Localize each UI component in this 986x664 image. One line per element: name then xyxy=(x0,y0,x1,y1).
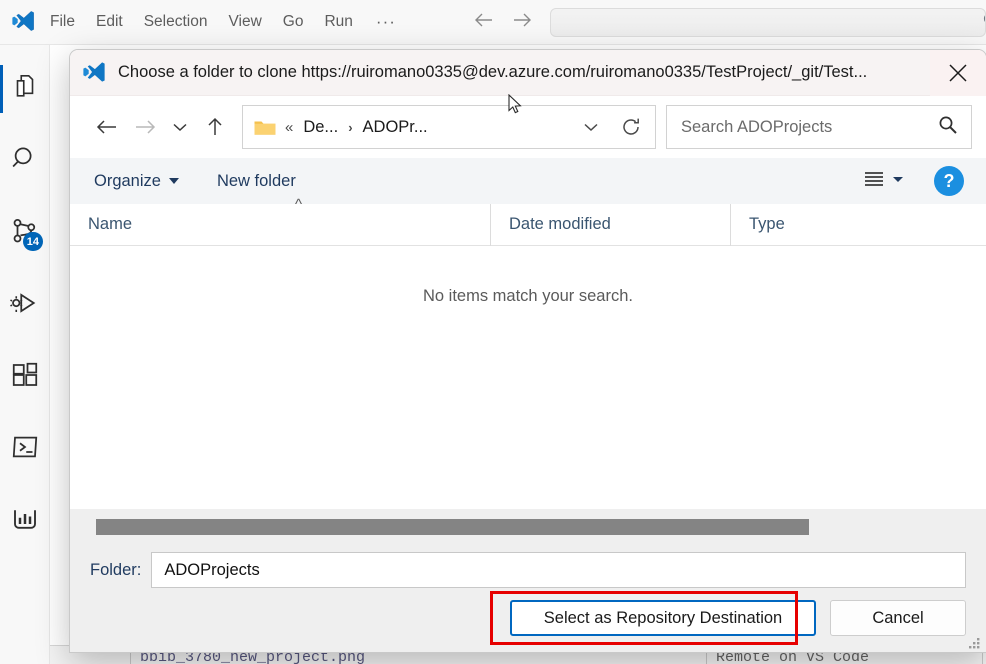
refresh-icon[interactable] xyxy=(611,107,651,147)
vscode-menubar[interactable]: File Edit Selection View Go Run ··· xyxy=(46,12,396,32)
vscode-titlebar: File Edit Selection View Go Run ··· xyxy=(0,0,986,45)
dialog-navigation-row: « De... › ADOPr... Search ADOProjects xyxy=(70,96,986,158)
sidebar-item-source-control[interactable]: 14 xyxy=(0,197,49,269)
file-list-header: Name ^ Date modified Type xyxy=(70,204,986,246)
sidebar-item-terminal[interactable] xyxy=(0,413,49,485)
vscode-logo-icon xyxy=(0,9,46,35)
breadcrumb-segment-0[interactable]: De... xyxy=(303,118,338,137)
search-input[interactable]: Search ADOProjects xyxy=(666,105,972,149)
vscode-history-nav[interactable] xyxy=(472,11,534,34)
folder-icon xyxy=(253,117,277,137)
dialog-title: Choose a folder to clone https://ruiroma… xyxy=(118,63,930,82)
help-icon[interactable]: ? xyxy=(934,166,964,196)
menu-item-run[interactable]: Run xyxy=(324,13,352,31)
sidebar-item-analytics[interactable] xyxy=(0,485,49,557)
choose-folder-dialog: Choose a folder to clone https://ruiroma… xyxy=(70,50,986,652)
arrow-left-icon[interactable] xyxy=(472,11,496,34)
files-icon xyxy=(10,72,40,107)
chevron-down-icon xyxy=(169,178,179,184)
column-header-type-label: Type xyxy=(749,215,785,234)
breadcrumb-segment-1[interactable]: ADOPr... xyxy=(363,118,428,137)
extensions-icon xyxy=(10,360,40,395)
list-view-icon xyxy=(862,169,886,194)
sidebar-item-explorer[interactable] xyxy=(0,53,49,125)
search-icon xyxy=(10,144,40,179)
command-center-input[interactable]: pow xyxy=(550,8,986,37)
menu-item-view[interactable]: View xyxy=(228,13,261,31)
breadcrumb-separator: › xyxy=(348,120,352,135)
dialog-toolbar: Organize New folder ? xyxy=(70,158,986,204)
vscode-activity-bar[interactable]: 14 xyxy=(0,45,50,664)
empty-state-message: No items match your search. xyxy=(423,287,633,508)
sidebar-item-extensions[interactable] xyxy=(0,341,49,413)
address-bar[interactable]: « De... › ADOPr... xyxy=(242,105,656,149)
run-debug-icon xyxy=(10,288,40,323)
arrow-forward-icon[interactable] xyxy=(510,11,534,34)
dialog-titlebar: Choose a folder to clone https://ruiroma… xyxy=(70,50,986,96)
forward-button[interactable] xyxy=(126,108,164,146)
column-header-name-label: Name xyxy=(88,215,132,234)
search-icon[interactable] xyxy=(937,114,959,141)
recent-locations-button[interactable] xyxy=(164,108,196,146)
terminal-icon xyxy=(10,432,40,467)
status-badge: 14 xyxy=(23,232,43,251)
menu-item-go[interactable]: Go xyxy=(283,13,304,31)
breadcrumb-overflow[interactable]: « xyxy=(285,119,293,136)
menu-item-selection[interactable]: Selection xyxy=(144,13,208,31)
organize-label: Organize xyxy=(94,172,161,191)
file-list[interactable]: No items match your search. xyxy=(70,246,986,508)
organize-button[interactable]: Organize xyxy=(94,172,179,191)
sidebar-item-run-and-debug[interactable] xyxy=(0,269,49,341)
column-header-type[interactable]: Type xyxy=(730,204,986,246)
dialog-footer: Folder: ADOProjects Select as Repository… xyxy=(70,544,986,652)
cancel-button[interactable]: Cancel xyxy=(830,600,966,636)
menu-item-edit[interactable]: Edit xyxy=(96,13,123,31)
select-as-repository-destination-button[interactable]: Select as Repository Destination xyxy=(510,600,816,636)
folder-label: Folder: xyxy=(90,561,141,580)
search-placeholder: Search ADOProjects xyxy=(681,118,937,137)
scrollbar-track[interactable] xyxy=(96,519,966,535)
view-mode-button[interactable] xyxy=(862,169,906,194)
new-folder-button[interactable]: New folder xyxy=(217,172,296,191)
column-header-date-label: Date modified xyxy=(509,215,611,234)
up-one-level-button[interactable] xyxy=(196,108,234,146)
folder-field-row: Folder: ADOProjects xyxy=(90,552,966,588)
chevron-down-icon[interactable] xyxy=(571,107,611,147)
column-header-date-modified[interactable]: Date modified xyxy=(490,204,730,246)
menu-item-file[interactable]: File xyxy=(50,13,75,31)
scrollbar-thumb[interactable] xyxy=(96,519,809,535)
search-icon xyxy=(982,11,986,34)
menu-item-more[interactable]: ··· xyxy=(376,12,396,32)
close-icon[interactable] xyxy=(930,50,986,96)
sidebar-item-search[interactable] xyxy=(0,125,49,197)
bar-chart-icon xyxy=(10,504,40,539)
back-button[interactable] xyxy=(88,108,126,146)
dialog-actions-row: Select as Repository Destination Cancel xyxy=(90,600,966,636)
caret-up-icon: ^ xyxy=(295,197,302,212)
column-header-name[interactable]: Name ^ xyxy=(70,204,490,246)
folder-input[interactable]: ADOProjects xyxy=(151,552,966,588)
horizontal-scrollbar[interactable] xyxy=(70,508,986,544)
vscode-logo-icon xyxy=(70,60,118,86)
chevron-down-icon[interactable] xyxy=(890,172,906,190)
resize-grip-icon[interactable] xyxy=(969,637,981,649)
